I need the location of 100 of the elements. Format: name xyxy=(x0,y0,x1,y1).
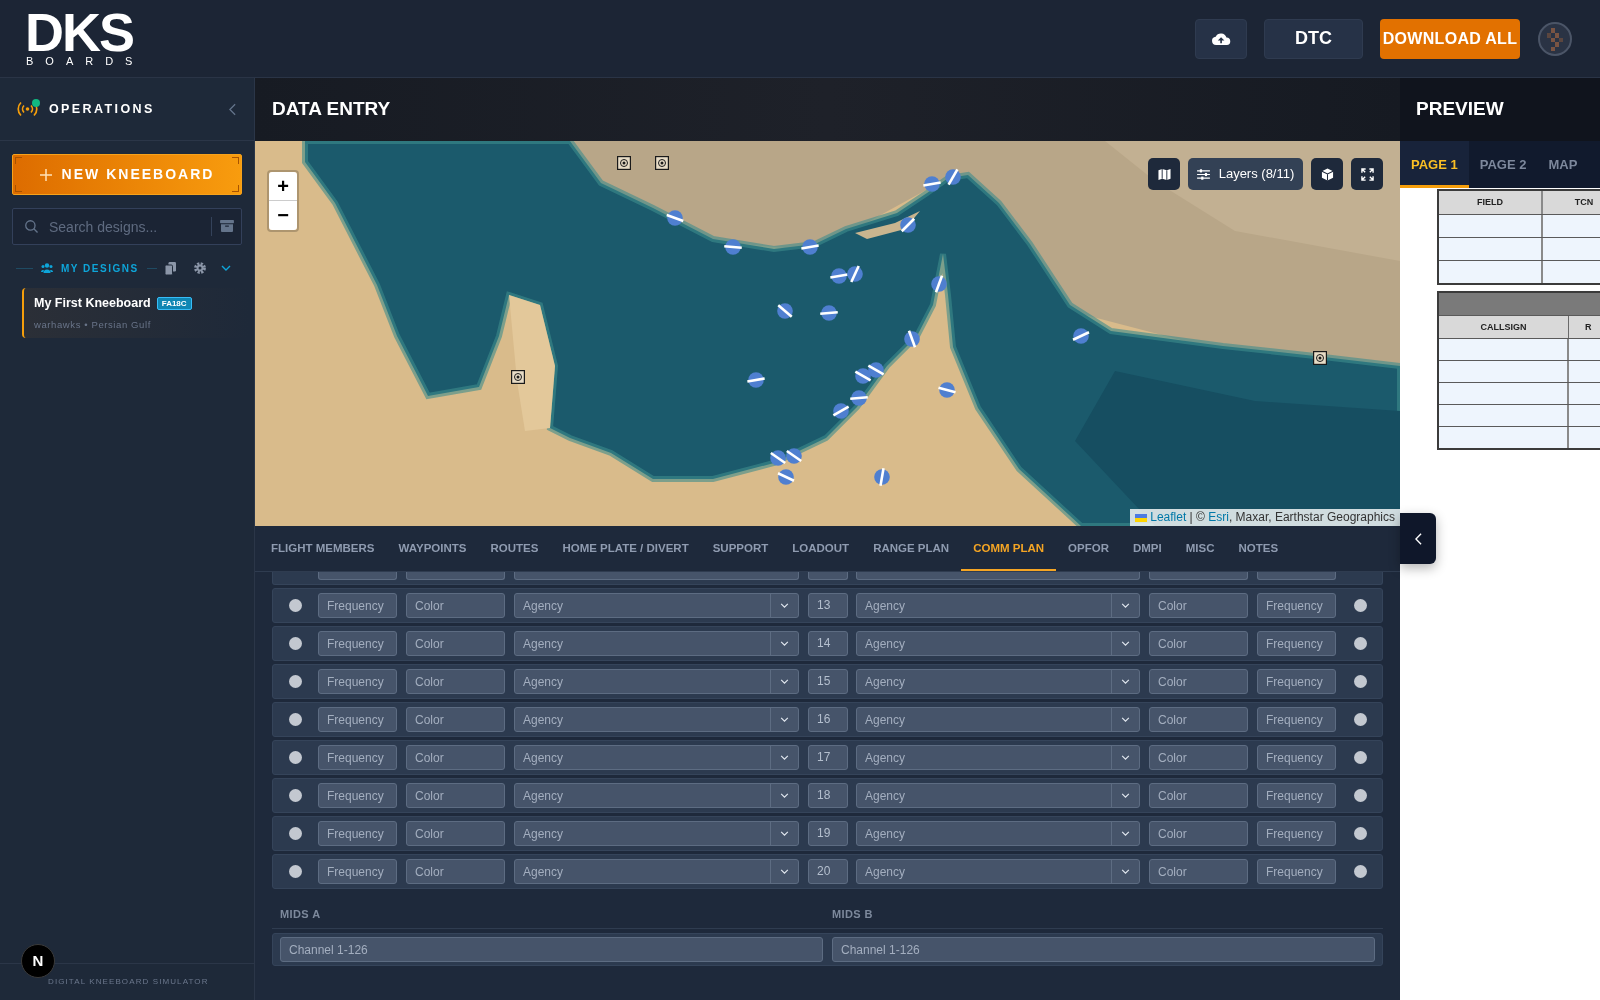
preview-tab[interactable]: PAGE 2 xyxy=(1468,141,1538,188)
agency-select[interactable]: Agency xyxy=(514,707,799,732)
color-input[interactable]: Color xyxy=(1149,593,1248,618)
frequency-input[interactable]: Frequency xyxy=(1257,821,1336,846)
search-input[interactable]: Search designs... xyxy=(12,208,242,245)
map-marker-icon[interactable] xyxy=(846,265,864,283)
map-marker-icon[interactable] xyxy=(724,238,742,256)
archive-icon[interactable] xyxy=(220,220,234,232)
frequency-input[interactable]: Frequency xyxy=(1257,859,1336,884)
agency-select[interactable]: Agency xyxy=(856,631,1140,656)
radio-button[interactable] xyxy=(289,713,302,726)
copy-icon[interactable] xyxy=(164,261,176,275)
color-input[interactable]: Color xyxy=(1149,783,1248,808)
frequency-input[interactable]: Frequency xyxy=(318,669,397,694)
color-input[interactable]: Color xyxy=(406,821,505,846)
section-tab[interactable]: FLIGHT MEMBERS xyxy=(259,526,387,571)
frequency-input[interactable]: Frequency xyxy=(1257,745,1336,770)
agency-select[interactable]: Agency xyxy=(856,593,1140,618)
chevron-left-icon[interactable] xyxy=(229,102,236,116)
frequency-input[interactable]: Frequency xyxy=(318,707,397,732)
radio-button[interactable] xyxy=(1354,827,1367,840)
map-marker-icon[interactable] xyxy=(747,371,765,389)
color-input[interactable]: Color xyxy=(406,631,505,656)
map-marker-icon[interactable] xyxy=(801,238,819,256)
fullscreen-button[interactable] xyxy=(1351,158,1383,190)
section-tab[interactable]: WAYPOINTS xyxy=(386,526,479,571)
map-marker-icon[interactable] xyxy=(867,361,885,379)
target-square-icon[interactable] xyxy=(655,156,669,170)
zoom-out-button[interactable]: − xyxy=(269,201,297,230)
frequency-input[interactable]: Frequency xyxy=(1257,669,1336,694)
color-input[interactable]: Color xyxy=(1149,631,1248,656)
target-square-icon[interactable] xyxy=(617,156,631,170)
map-marker-icon[interactable] xyxy=(769,449,787,467)
zoom-in-button[interactable]: + xyxy=(269,172,297,201)
color-input[interactable]: Color xyxy=(406,745,505,770)
agency-select[interactable]: Agency xyxy=(514,821,799,846)
map-marker-icon[interactable] xyxy=(776,302,794,320)
agency-select[interactable]: Agency xyxy=(856,783,1140,808)
basemap-button[interactable] xyxy=(1148,158,1180,190)
3d-view-button[interactable] xyxy=(1311,158,1343,190)
frequency-input[interactable]: Frequency xyxy=(1257,593,1336,618)
radio-button[interactable] xyxy=(1354,675,1367,688)
section-tab[interactable]: LOADOUT xyxy=(780,526,862,571)
frequency-input[interactable]: Frequency xyxy=(1257,783,1336,808)
color-input[interactable]: Color xyxy=(406,707,505,732)
collapse-preview-button[interactable] xyxy=(1400,513,1436,564)
map-marker-icon[interactable] xyxy=(930,275,948,293)
section-tab[interactable]: MISC xyxy=(1173,526,1227,571)
map-marker-icon[interactable] xyxy=(785,447,803,465)
map-marker-icon[interactable] xyxy=(850,389,868,407)
frequency-input[interactable]: Frequency xyxy=(1257,631,1336,656)
map-marker-icon[interactable] xyxy=(1072,327,1090,345)
radio-button[interactable] xyxy=(1354,713,1367,726)
layers-button[interactable]: Layers (8/11) xyxy=(1188,158,1303,190)
radio-button[interactable] xyxy=(1354,599,1367,612)
frequency-input[interactable]: Frequency xyxy=(318,859,397,884)
preview-tab[interactable]: MAP xyxy=(1537,141,1589,188)
attribution-link[interactable]: Leaflet xyxy=(1150,510,1187,524)
upload-button[interactable] xyxy=(1195,18,1247,59)
radio-button[interactable] xyxy=(1354,637,1367,650)
color-input[interactable]: Color xyxy=(1149,745,1248,770)
target-square-icon[interactable] xyxy=(511,370,525,384)
section-tab[interactable]: OPFOR xyxy=(1056,526,1121,571)
section-tab[interactable]: HOME PLATE / DIVERT xyxy=(550,526,701,571)
download-all-button[interactable]: DOWNLOAD ALL xyxy=(1380,18,1520,59)
agency-select[interactable]: Agency xyxy=(856,821,1140,846)
radio-button[interactable] xyxy=(289,865,302,878)
agency-select[interactable]: Agency xyxy=(856,745,1140,770)
color-input[interactable]: Color xyxy=(1149,707,1248,732)
color-input[interactable]: Color xyxy=(1149,859,1248,884)
frequency-input[interactable]: Frequency xyxy=(1257,707,1336,732)
radio-button[interactable] xyxy=(289,827,302,840)
radio-button[interactable] xyxy=(289,599,302,612)
section-tab[interactable]: SUPPORT xyxy=(700,526,781,571)
section-tab[interactable]: RANGE PLAN xyxy=(861,526,962,571)
map-marker-icon[interactable] xyxy=(899,216,917,234)
section-tab[interactable]: DMPI xyxy=(1120,526,1174,571)
map-marker-icon[interactable] xyxy=(923,175,941,193)
color-input[interactable]: Color xyxy=(406,783,505,808)
section-tab[interactable]: NOTES xyxy=(1226,526,1291,571)
agency-select[interactable]: Agency xyxy=(856,707,1140,732)
frequency-input[interactable]: Frequency xyxy=(318,783,397,808)
radio-button[interactable] xyxy=(289,789,302,802)
agency-select[interactable]: Agency xyxy=(514,783,799,808)
attribution-link[interactable]: Esri xyxy=(1208,510,1229,524)
mids-channel-input[interactable]: Channel 1-126 xyxy=(280,937,823,962)
preview-tab[interactable]: PAGE 1 xyxy=(1400,141,1469,188)
map-marker-icon[interactable] xyxy=(832,402,850,420)
radio-button[interactable] xyxy=(1354,789,1367,802)
color-input[interactable]: Color xyxy=(406,669,505,694)
map-marker-icon[interactable] xyxy=(820,304,838,322)
frequency-input[interactable]: Frequency xyxy=(318,593,397,618)
agency-select[interactable]: Agency xyxy=(514,631,799,656)
map-marker-icon[interactable] xyxy=(938,381,956,399)
agency-select[interactable]: Agency xyxy=(514,859,799,884)
radio-button[interactable] xyxy=(1354,865,1367,878)
map-marker-icon[interactable] xyxy=(873,468,891,486)
target-square-icon[interactable] xyxy=(1313,351,1327,365)
chevron-down-icon[interactable] xyxy=(220,265,231,271)
color-input[interactable]: Color xyxy=(1149,821,1248,846)
